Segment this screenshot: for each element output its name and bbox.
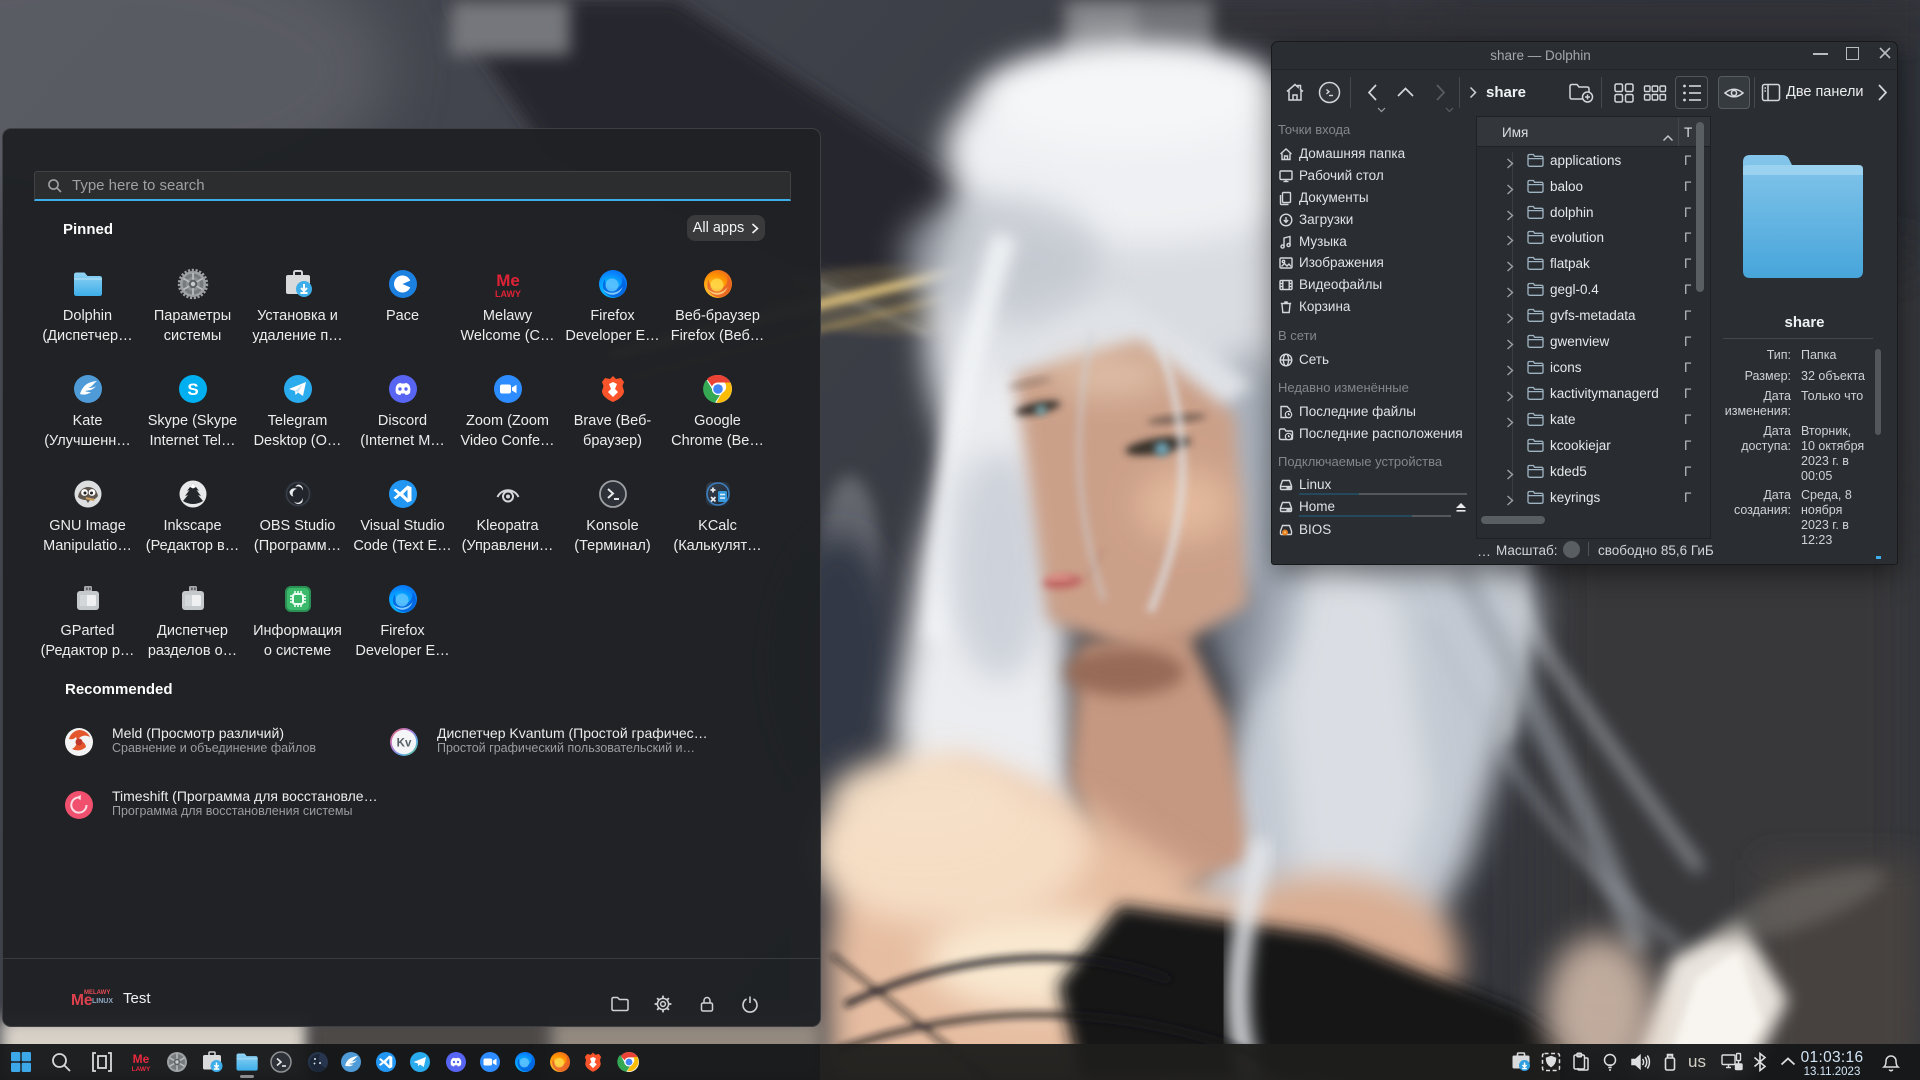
svg-text:LAWY: LAWY <box>132 1066 151 1073</box>
svg-text:Me: Me <box>71 992 93 1009</box>
svg-text:LAWY: LAWY <box>495 289 521 299</box>
svg-text:Me: Me <box>496 271 520 290</box>
svg-text:Me: Me <box>133 1052 150 1066</box>
svg-text:S: S <box>187 380 198 399</box>
svg-text:LINUX: LINUX <box>92 998 113 1005</box>
svg-text:Kv: Kv <box>397 738 412 750</box>
